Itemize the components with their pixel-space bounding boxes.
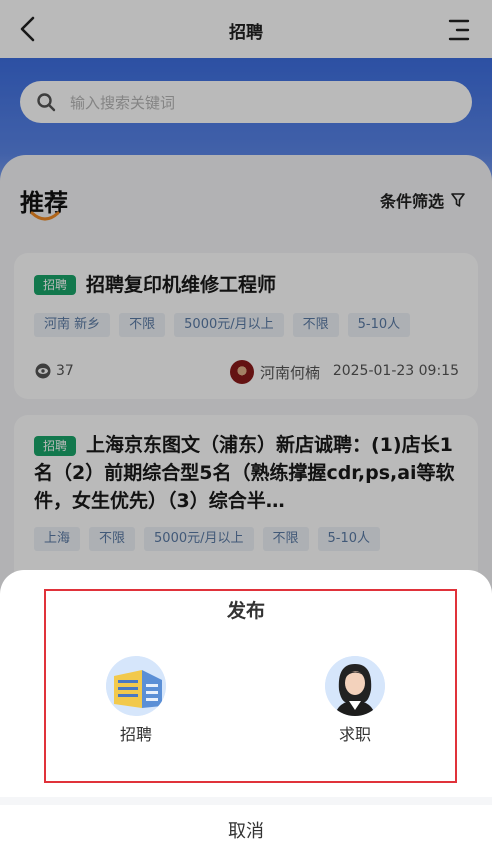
building-icon	[106, 656, 166, 716]
publish-job-seek-option[interactable]: 求职	[305, 656, 405, 745]
divider	[0, 797, 492, 805]
publish-job-seek-label: 求职	[338, 725, 371, 744]
publish-recruit-option[interactable]: 招聘	[86, 656, 186, 745]
publish-recruit-label: 招聘	[119, 725, 152, 744]
sheet-title: 发布	[226, 600, 265, 622]
woman-avatar-icon	[325, 656, 385, 716]
cancel-button[interactable]: 取消	[0, 805, 492, 867]
